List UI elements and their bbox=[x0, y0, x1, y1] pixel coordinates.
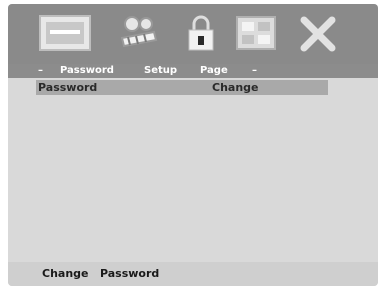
video-icon[interactable] bbox=[116, 12, 160, 54]
password-row-label: Password bbox=[38, 81, 98, 94]
lock-icon[interactable] bbox=[184, 12, 218, 54]
password-row-value: Change bbox=[212, 81, 259, 94]
tab-right-marker: – bbox=[252, 65, 257, 76]
language-icon[interactable] bbox=[38, 12, 92, 54]
toolbar bbox=[8, 4, 378, 64]
tab-setup[interactable]: Setup bbox=[144, 64, 177, 78]
tab-left-marker: – bbox=[38, 65, 43, 76]
tab-strip: – Password Setup Page – bbox=[8, 64, 378, 78]
tab-password[interactable]: Password bbox=[60, 64, 114, 78]
password-row[interactable]: Password Change bbox=[36, 80, 328, 95]
setup-screen: – Password Setup Page – Password Change … bbox=[8, 4, 378, 286]
status-text: Change Password bbox=[42, 267, 160, 280]
close-icon[interactable] bbox=[298, 12, 338, 54]
status-bar: Change Password bbox=[8, 262, 378, 286]
tab-page[interactable]: Page bbox=[200, 64, 228, 78]
grid-icon[interactable] bbox=[234, 12, 278, 54]
